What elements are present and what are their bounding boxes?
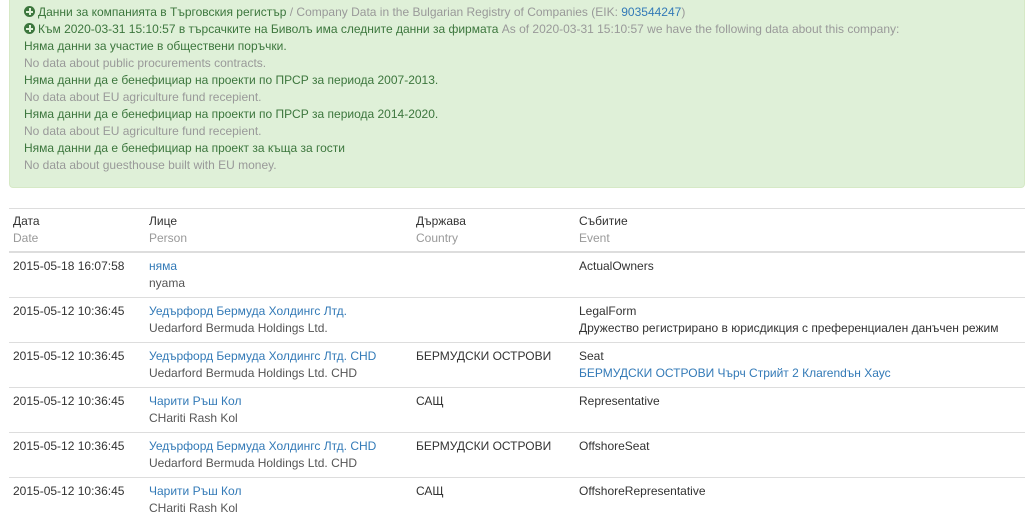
registry-line: Данни за компанията в Търговския регистъ…: [24, 4, 1024, 21]
search-summary-en: As of 2020-03-31 15:10:57 we have the fo…: [498, 22, 899, 36]
table-header-row: ДатаDate ЛицеPerson ДържаваCountry Събит…: [9, 209, 1025, 253]
table-row: 2015-05-12 10:36:45 Уедърфорд Бермуда Хо…: [9, 298, 1025, 343]
person-link[interactable]: Чарити Ръш Кол: [149, 393, 408, 410]
header-person: ЛицеPerson: [145, 209, 412, 253]
header-event: СъбитиеEvent: [575, 209, 1025, 253]
person-cell: Уедърфорд Бермуда Холдингс Лтд. CHDUedar…: [145, 343, 412, 388]
eik-link[interactable]: 903544247: [621, 5, 681, 19]
person-cell: Чарити Ръш КолCHariti Rash Kol: [145, 388, 412, 433]
notice-en: No data about EU agriculture fund recepi…: [24, 123, 1024, 140]
date-cell: 2015-05-12 10:36:45: [9, 343, 145, 388]
registry-label-bg[interactable]: Данни за компанията в Търговския регистъ…: [38, 5, 286, 19]
registry-label-en: Company Data in the Bulgarian Registry o…: [296, 5, 587, 19]
table-row: 2015-05-12 10:36:45 Чарити Ръш КолCHarit…: [9, 388, 1025, 433]
event-type: Seat: [579, 348, 1021, 365]
event-type: LegalForm: [579, 303, 1021, 320]
event-cell: ActualOwners: [575, 252, 1025, 298]
country-cell: САЩ: [412, 478, 575, 522]
notice-bg: Няма данни да е бенефициар на проекти по…: [24, 106, 1024, 123]
eik-close: ): [681, 5, 685, 19]
event-cell: LegalFormДружество регистрирано в юрисди…: [575, 298, 1025, 343]
notice-bg: Няма данни да е бенефициар на проекти по…: [24, 72, 1024, 89]
person-link[interactable]: Уедърфорд Бермуда Холдингс Лтд. CHD: [149, 438, 408, 455]
address-link[interactable]: БЕРМУДСКИ ОСТРОВИ Чърч Стрийт 2 Клarendъ…: [579, 365, 1021, 382]
eik-label: (EIK:: [588, 5, 621, 19]
event-cell: OffshoreSeat: [575, 433, 1025, 478]
person-cell: Уедърфорд Бермуда Холдингс Лтд. CHDUedar…: [145, 433, 412, 478]
person-link[interactable]: няма: [149, 258, 408, 275]
event-type: Representative: [579, 393, 1021, 410]
notice-en: No data about public procurements contra…: [24, 55, 1024, 72]
event-type: ActualOwners: [579, 258, 1021, 275]
table-row: 2015-05-12 10:36:45 Уедърфорд Бермуда Хо…: [9, 343, 1025, 388]
date-cell: 2015-05-18 16:07:58: [9, 252, 145, 298]
person-translit: Uedarford Bermuda Holdings Ltd.: [149, 320, 408, 337]
notice-bg: Няма данни за участие в обществени поръч…: [24, 38, 1024, 55]
person-link[interactable]: Чарити Ръш Кол: [149, 483, 408, 500]
notice-en: No data about EU agriculture fund recepi…: [24, 89, 1024, 106]
events-table: ДатаDate ЛицеPerson ДържаваCountry Събит…: [9, 208, 1025, 522]
event-cell: Representative: [575, 388, 1025, 433]
header-country: ДържаваCountry: [412, 209, 575, 253]
person-cell: нямаnyama: [145, 252, 412, 298]
table-row: 2015-05-12 10:36:45 Уедърфорд Бермуда Хо…: [9, 433, 1025, 478]
plus-circle-icon[interactable]: [24, 23, 35, 34]
country-cell: [412, 252, 575, 298]
company-info-alert: Данни за компанията в Търговския регистъ…: [9, 0, 1025, 188]
country-cell: [412, 298, 575, 343]
country-cell: БЕРМУДСКИ ОСТРОВИ: [412, 343, 575, 388]
notice-bg: Няма данни да е бенефициар на проект за …: [24, 140, 1024, 157]
person-cell: Чарити Ръш КолCHariti Rash Kol: [145, 478, 412, 522]
event-type: OffshoreRepresentative: [579, 483, 1021, 500]
registry-separator: /: [286, 5, 296, 19]
date-cell: 2015-05-12 10:36:45: [9, 388, 145, 433]
date-cell: 2015-05-12 10:36:45: [9, 298, 145, 343]
notice-en: No data about guesthouse built with EU m…: [24, 157, 1024, 174]
search-summary-line: Към 2020-03-31 15:10:57 в търсачките на …: [24, 21, 1024, 38]
date-cell: 2015-05-12 10:36:45: [9, 433, 145, 478]
table-row: 2015-05-18 16:07:58 нямаnyama ActualOwne…: [9, 252, 1025, 298]
person-translit: CHariti Rash Kol: [149, 410, 408, 427]
person-translit: Uedarford Bermuda Holdings Ltd. CHD: [149, 455, 408, 472]
plus-circle-icon[interactable]: [24, 6, 35, 17]
event-detail: Дружество регистрирано в юрисдикция с пр…: [579, 320, 1021, 337]
person-cell: Уедърфорд Бермуда Холдингс Лтд.Uedarford…: [145, 298, 412, 343]
person-translit: Uedarford Bermuda Holdings Ltd. CHD: [149, 365, 408, 382]
person-translit: nyama: [149, 275, 408, 292]
event-cell: OffshoreRepresentative: [575, 478, 1025, 522]
date-cell: 2015-05-12 10:36:45: [9, 478, 145, 522]
country-cell: САЩ: [412, 388, 575, 433]
header-date: ДатаDate: [9, 209, 145, 253]
event-type: OffshoreSeat: [579, 438, 1021, 455]
person-link[interactable]: Уедърфорд Бермуда Холдингс Лтд.: [149, 303, 408, 320]
search-summary-bg[interactable]: Към 2020-03-31 15:10:57 в търсачките на …: [38, 22, 498, 36]
table-row: 2015-05-12 10:36:45 Чарити Ръш КолCHarit…: [9, 478, 1025, 522]
country-cell: БЕРМУДСКИ ОСТРОВИ: [412, 433, 575, 478]
event-cell: SeatБЕРМУДСКИ ОСТРОВИ Чърч Стрийт 2 Клar…: [575, 343, 1025, 388]
person-link[interactable]: Уедърфорд Бермуда Холдингс Лтд. CHD: [149, 348, 408, 365]
